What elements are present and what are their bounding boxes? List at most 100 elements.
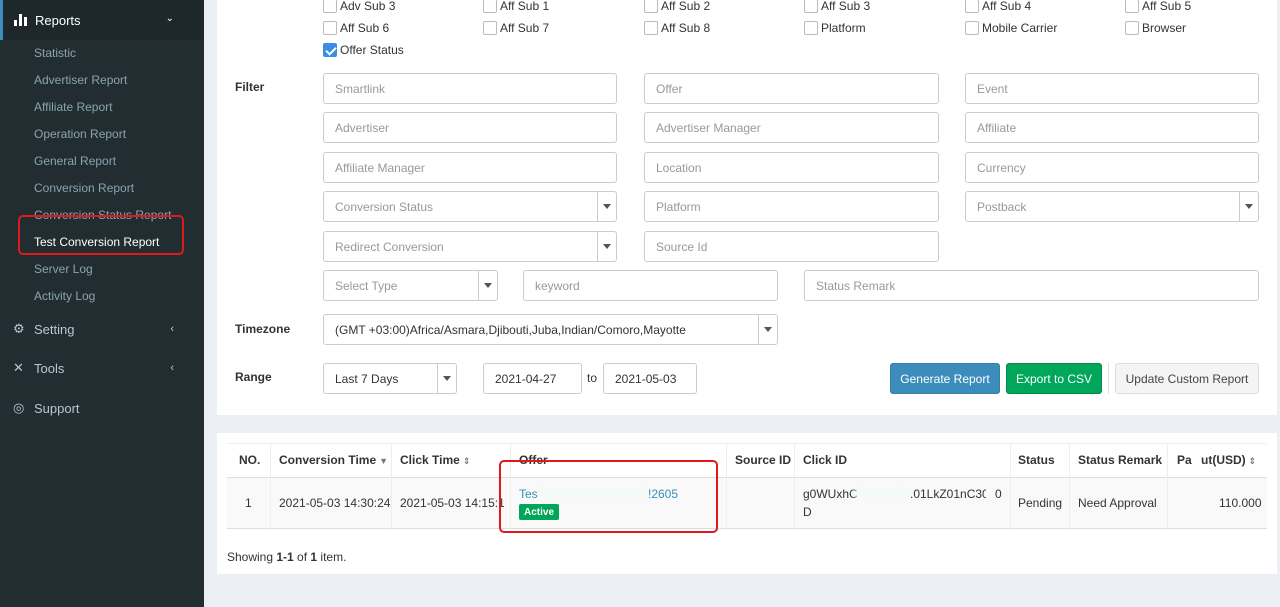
currency-input[interactable]: Currency — [965, 152, 1259, 183]
column-header-click-time[interactable]: Click Time ⇕ — [400, 453, 470, 467]
checkbox-aff-sub-4[interactable]: Aff Sub 4 — [965, 0, 1031, 14]
sidebar-item-statistic[interactable]: Statistic — [34, 45, 76, 61]
affiliate-input[interactable]: Affiliate — [965, 112, 1259, 143]
highlight-box — [18, 215, 184, 255]
column-divider — [1167, 443, 1168, 529]
placeholder-text: Advertiser Manager — [656, 120, 761, 135]
placeholder-text: Affiliate — [977, 120, 1017, 135]
select-type-select[interactable]: Select Type — [323, 270, 498, 301]
sidebar-item-affiliate-report[interactable]: Affiliate Report — [34, 99, 113, 115]
event-input[interactable]: Event — [965, 73, 1259, 104]
sidebar-item-conversion-report[interactable]: Conversion Report — [34, 180, 134, 196]
checkbox-aff-sub-5[interactable]: Aff Sub 5 — [1125, 0, 1191, 14]
checkbox-aff-sub-6[interactable]: Aff Sub 6 — [323, 20, 389, 36]
checkbox-mobile-carrier[interactable]: Mobile Carrier — [965, 20, 1057, 36]
generate-report-button[interactable]: Generate Report — [890, 363, 1000, 394]
advertiser-input[interactable]: Advertiser — [323, 112, 617, 143]
checkbox-box[interactable] — [1125, 21, 1139, 35]
offer-input[interactable]: Offer — [644, 73, 939, 104]
checkbox-adv-sub-3[interactable]: Adv Sub 3 — [323, 0, 395, 14]
checkbox-browser[interactable]: Browser — [1125, 20, 1186, 36]
sidebar-item-label: Setting — [34, 321, 75, 337]
checkbox-box[interactable] — [483, 21, 497, 35]
placeholder-text: Offer — [656, 81, 683, 96]
conversion-status-select[interactable]: Conversion Status — [323, 191, 617, 222]
cell-extra: 0 — [995, 487, 1002, 501]
column-divider — [794, 443, 795, 529]
smartlink-input[interactable]: Smartlink — [323, 73, 617, 104]
source-id-input[interactable]: Source Id — [644, 231, 939, 262]
redirect-conversion-select[interactable]: Redirect Conversion — [323, 231, 617, 262]
sidebar-item-reports[interactable]: Reports ⌄ — [0, 0, 204, 40]
checkbox-box[interactable] — [1125, 0, 1139, 13]
column-header-payout[interactable]: ut(USD) ⇕ — [1201, 453, 1256, 467]
postback-select[interactable]: Postback — [965, 191, 1259, 222]
sidebar-item-advertiser-report[interactable]: Advertiser Report — [34, 72, 127, 88]
chevron-down-icon: ⌄ — [165, 13, 174, 24]
checkbox-aff-sub-8[interactable]: Aff Sub 8 — [644, 20, 710, 36]
header-label: Click Time — [400, 453, 460, 467]
cell-click-id-tail: .01LkZ01nC30 — [910, 487, 986, 501]
sidebar-item-server-log[interactable]: Server Log — [34, 261, 93, 277]
cell-click-time: 2021-05-03 14:15:18 — [400, 496, 504, 510]
range-label: Range — [235, 370, 272, 384]
update-custom-report-button[interactable]: Update Custom Report — [1115, 363, 1259, 394]
redacted-text — [855, 488, 907, 498]
checkbox-box-checked[interactable] — [323, 43, 337, 57]
date-from-input[interactable]: 2021-04-27 — [483, 363, 582, 394]
advertiser-manager-input[interactable]: Advertiser Manager — [644, 112, 939, 143]
column-divider — [1010, 443, 1011, 529]
checkbox-label: Aff Sub 8 — [661, 21, 711, 35]
sidebar-item-tools[interactable]: ✕ Tools ‹ — [0, 356, 204, 380]
platform-input[interactable]: Platform — [644, 191, 939, 222]
checkbox-aff-sub-2[interactable]: Aff Sub 2 — [644, 0, 710, 14]
cell-status-remark: Need Approval — [1078, 496, 1157, 510]
placeholder-text: Location — [656, 160, 702, 175]
sidebar-item-setting[interactable]: ⚙ Setting ‹ — [0, 317, 204, 341]
checkbox-box[interactable] — [804, 0, 818, 13]
column-header-conversion-time[interactable]: Conversion Time ▼ — [279, 453, 388, 467]
timezone-label: Timezone — [235, 322, 291, 336]
checkbox-aff-sub-7[interactable]: Aff Sub 7 — [483, 20, 549, 36]
chevron-left-icon: ‹ — [170, 362, 174, 374]
checkbox-box[interactable] — [323, 21, 337, 35]
sidebar-item-general-report[interactable]: General Report — [34, 153, 116, 169]
date-to-input[interactable]: 2021-05-03 — [603, 363, 697, 394]
checkbox-box[interactable] — [644, 21, 658, 35]
keyword-input[interactable]: keyword — [523, 270, 778, 301]
sidebar-item-operation-report[interactable]: Operation Report — [34, 126, 126, 142]
checkbox-box[interactable] — [965, 21, 979, 35]
affiliate-manager-input[interactable]: Affiliate Manager — [323, 152, 617, 183]
location-input[interactable]: Location — [644, 152, 939, 183]
export-csv-button[interactable]: Export to CSV — [1006, 363, 1102, 394]
checkbox-label: Platform — [821, 21, 866, 35]
sidebar: Reports ⌄ Statistic Advertiser Report Af… — [0, 0, 204, 607]
selected-value: (GMT +03:00)Africa/Asmara,Djibouti,Juba,… — [335, 322, 686, 337]
checkbox-platform[interactable]: Platform — [804, 20, 866, 36]
checkbox-label: Aff Sub 4 — [982, 0, 1032, 13]
checkbox-box[interactable] — [483, 0, 497, 13]
placeholder-text: Conversion Status — [335, 199, 434, 214]
checkbox-box[interactable] — [804, 21, 818, 35]
sidebar-item-activity-log[interactable]: Activity Log — [34, 288, 95, 304]
column-header-payout-prefix: Pa — [1177, 453, 1192, 467]
cell-no: 1 — [245, 496, 252, 510]
checkbox-offer-status[interactable]: Offer Status — [323, 42, 404, 58]
sidebar-item-support[interactable]: ◎ Support — [0, 396, 204, 420]
placeholder-text: Postback — [977, 199, 1027, 214]
checkbox-box[interactable] — [965, 0, 979, 13]
timezone-select[interactable]: (GMT +03:00)Africa/Asmara,Djibouti,Juba,… — [323, 314, 778, 345]
cell-click-id-line2: D — [803, 505, 812, 519]
checkbox-aff-sub-1[interactable]: Aff Sub 1 — [483, 0, 549, 14]
checkbox-box[interactable] — [323, 0, 337, 13]
summary-text: item. — [317, 550, 347, 564]
placeholder-text: Select Type — [335, 278, 398, 293]
range-preset-select[interactable]: Last 7 Days — [323, 363, 457, 394]
checkbox-label: Mobile Carrier — [982, 21, 1058, 35]
selected-value: Last 7 Days — [335, 371, 399, 386]
status-remark-input[interactable]: Status Remark — [804, 270, 1259, 301]
checkbox-box[interactable] — [644, 0, 658, 13]
column-header-no: NO. — [239, 453, 261, 467]
placeholder-text: Currency — [977, 160, 1026, 175]
checkbox-aff-sub-3[interactable]: Aff Sub 3 — [804, 0, 870, 14]
